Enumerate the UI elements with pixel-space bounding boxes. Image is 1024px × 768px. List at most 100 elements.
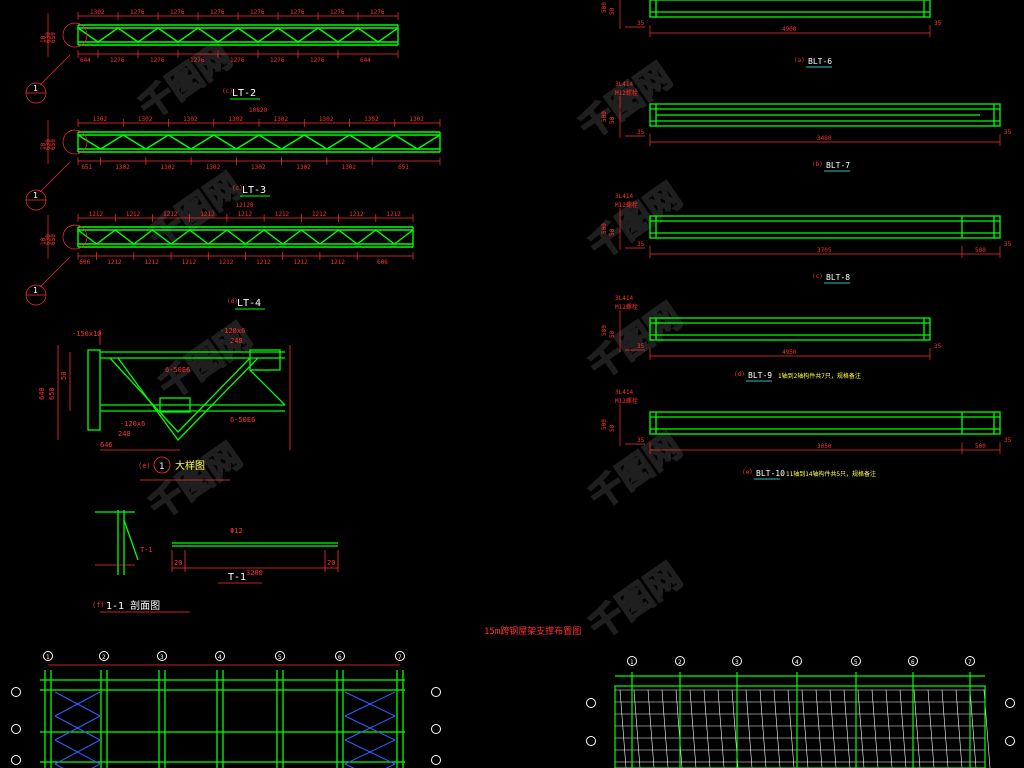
beam-note: M12螺栓	[615, 397, 638, 405]
grid-bubble-row	[11, 724, 21, 734]
beam-end-dim-left: 35	[637, 20, 645, 27]
beam-note: M12螺栓	[615, 89, 638, 97]
bottom-dim-value: 1302	[206, 164, 221, 171]
section-prefix: (f)	[92, 601, 105, 609]
section-leader	[39, 256, 71, 288]
top-dim-value: 1276	[330, 9, 345, 16]
beam-label: BLT-8	[826, 273, 850, 282]
top-dim-value: 1302	[319, 116, 334, 123]
bottom-dim-value: 1302	[296, 164, 311, 171]
beam-note: 3L414	[615, 81, 633, 88]
top-dim-value: 1276	[130, 9, 145, 16]
bottom-dim-value: 606	[377, 259, 388, 266]
bottom-dim-value: 644	[360, 57, 371, 64]
beam-tail-note: 1轴到2轴构件共7只，规格备注	[778, 372, 861, 380]
bottom-dim-value: 1276	[110, 57, 125, 64]
grid-bubble-label: 2	[102, 654, 106, 661]
beam-end-dim-right: 35	[934, 20, 942, 27]
truss-end-circle	[62, 22, 88, 48]
grid-bubble-row	[1005, 736, 1015, 746]
height-dim-value: 650	[50, 234, 57, 245]
top-dim-value: 1212	[200, 211, 215, 218]
beam-length-value: 3480	[817, 135, 832, 142]
top-dim-value: 1212	[275, 211, 290, 218]
bottom-dim-value: 1276	[270, 57, 285, 64]
bottom-dim-value: 1212	[107, 259, 122, 266]
bottom-dim-value: 1276	[310, 57, 325, 64]
beam-end-dim-right: 35	[1004, 437, 1012, 444]
grid-bubble-row	[11, 687, 21, 697]
truss-lt-4: 1 1212 1212 1212 1212 1212 1212 1212 1212 1212 606…	[25, 202, 414, 310]
beam-blt-6: 500 50 35 35 4900 (a) BLT-6	[601, 0, 942, 68]
beam-outline	[649, 411, 1001, 435]
web-members	[77, 134, 441, 150]
watermark-8: 千图网	[582, 426, 688, 517]
bottom-dim-value: 1276	[190, 57, 205, 64]
beam-note: M12螺栓	[615, 201, 638, 209]
top-dim-value: 1302	[138, 116, 153, 123]
truss-end-circle	[62, 224, 88, 250]
top-dim-value: 1212	[89, 211, 104, 218]
roof-outline	[614, 685, 986, 768]
beam-height-value-2: 50	[609, 116, 616, 124]
top-dim-value: 1276	[170, 9, 185, 16]
top-dim-value: 1276	[290, 9, 305, 16]
top-dim-value: 1276	[210, 9, 225, 16]
connection-detail: -150x10 -120x6 240 640 650 50 6-50E6 6-5…	[38, 327, 291, 481]
grid-bubble-row	[586, 698, 596, 708]
section-marker-number: 1	[33, 191, 38, 200]
beam-height-value-2: 50	[609, 424, 616, 432]
beam-end-dim-value: 500	[975, 443, 986, 450]
cad-drawing: 千图网 千图网 千图网 千图网 千图网 千图网 千图网 千图网 千图网 1130…	[11, 0, 1015, 768]
beam-note: 3L414	[615, 193, 633, 200]
rod-end-dim-r: 20	[327, 559, 335, 567]
grid-bubble-row	[431, 755, 441, 765]
beam-end-dim-right: 35	[1004, 129, 1012, 136]
section-leader	[39, 161, 71, 193]
beam-length-value: 4950	[782, 349, 797, 356]
bottom-dim-value: 1212	[293, 259, 308, 266]
beam-prefix: (c)	[812, 273, 823, 280]
total-length: 12120	[236, 202, 254, 209]
watermark-9: 千图网	[582, 556, 688, 647]
detail-note-top-3: 240	[230, 337, 243, 345]
grid-bubble-row	[11, 755, 21, 765]
beam-end-dim-left: 35	[637, 241, 645, 248]
bottom-dim-value: 1302	[161, 164, 176, 171]
top-dim-value: 1212	[386, 211, 401, 218]
grid-bubble-label: 3	[160, 654, 164, 661]
detail-end-plate	[87, 349, 101, 431]
truss-label: LT-2	[232, 88, 256, 99]
top-dim-value: 1212	[238, 211, 253, 218]
beam-height-value: 500	[601, 223, 608, 234]
grid-bubble-label: 1	[46, 654, 50, 661]
bottom-dim-value: 1212	[256, 259, 271, 266]
grid-bubble-label: 7	[398, 654, 402, 661]
grid-bubble-label: 5	[278, 654, 282, 661]
detail-bolt-note-2: 6-50E6	[230, 416, 255, 424]
top-dim-value: 1302	[364, 116, 379, 123]
bottom-dim-value: 1302	[342, 164, 357, 171]
section-marker-number: 1	[33, 84, 38, 93]
beam-height-value-2: 50	[609, 7, 616, 15]
section-caption: 1-1 剖面图	[106, 599, 160, 612]
beam-note: 3L414	[615, 295, 633, 302]
beam-prefix: (a)	[794, 57, 805, 64]
grid-bubble-row	[431, 724, 441, 734]
beam-prefix: (e)	[742, 469, 753, 476]
bracing-plan-right: 1 2 3 4 5 6 7	[586, 656, 1015, 768]
grid-bubble-label: 5	[854, 659, 858, 666]
detail-note-bottom-3: 646	[100, 441, 113, 449]
bottom-dim-value: 1302	[251, 164, 266, 171]
beam-outline	[649, 215, 1001, 239]
bottom-dim-value: 651	[81, 164, 92, 171]
beam-height-value: 500	[601, 325, 608, 336]
beam-height-value-2: 50	[609, 330, 616, 338]
grid-bubble-label: 6	[338, 654, 342, 661]
grid-bubble-label: 6	[911, 659, 915, 666]
detail-note-top-1: -150x10	[72, 330, 102, 338]
beam-note: 3L414	[615, 389, 633, 396]
grid-bubble-row	[431, 687, 441, 697]
detail-bolt-note: 6-50E6	[165, 366, 190, 374]
bottom-dim-value: 606	[79, 259, 90, 266]
